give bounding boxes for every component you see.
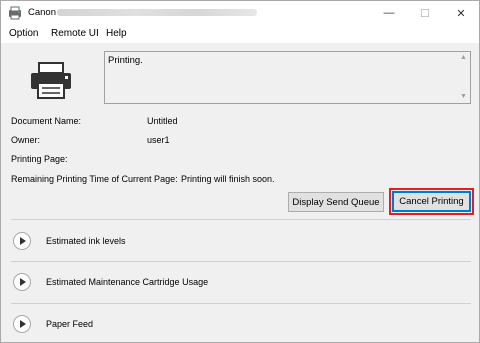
expander-label: Estimated ink levels [46, 236, 126, 246]
canon-app-icon [9, 6, 21, 20]
status-message: Printing. [108, 55, 143, 66]
separator [11, 219, 471, 220]
cancel-printing-button[interactable]: Cancel Printing [392, 191, 471, 212]
expander-maintenance-cartridge[interactable]: Estimated Maintenance Cartridge Usage [13, 273, 413, 291]
display-send-queue-button[interactable]: Display Send Queue [288, 192, 384, 212]
expand-play-icon[interactable] [13, 315, 31, 333]
remaining-time-value: Printing will finish soon. [181, 174, 275, 184]
menu-help[interactable]: Help [106, 28, 127, 39]
expand-play-icon[interactable] [13, 232, 31, 250]
printer-icon [31, 62, 71, 99]
expander-label: Paper Feed [46, 319, 94, 329]
owner-label: Owner: [11, 135, 41, 145]
separator [11, 303, 471, 304]
close-button[interactable]: ✕ [443, 1, 479, 25]
title-redacted-text [57, 9, 257, 16]
document-name-label: Document Name: [11, 116, 82, 126]
maximize-button[interactable]: ☐ [407, 1, 443, 25]
scroll-down-arrow-icon[interactable]: ▼ [458, 92, 469, 102]
expander-paper-feed[interactable]: Paper Feed [13, 315, 413, 333]
status-message-box[interactable]: Printing. ▲ ▼ [104, 51, 471, 104]
window-title: Canon [28, 7, 56, 18]
status-scrollbar[interactable]: ▲ ▼ [458, 53, 469, 102]
scroll-up-arrow-icon[interactable]: ▲ [458, 53, 469, 63]
expand-play-icon[interactable] [13, 273, 31, 291]
menu-remote-ui[interactable]: Remote UI [51, 28, 99, 39]
menu-option[interactable]: Option [9, 28, 38, 39]
expander-label: Estimated Maintenance Cartridge Usage [46, 277, 209, 287]
printing-page-label: Printing Page: [11, 154, 68, 164]
menu-bar: Option Remote UI Help [1, 25, 479, 43]
document-name-value: Untitled [147, 116, 178, 126]
expander-ink-levels[interactable]: Estimated ink levels [13, 232, 413, 250]
owner-value: user1 [147, 135, 170, 145]
remaining-time-label: Remaining Printing Time of Current Page: [11, 174, 178, 184]
minimize-button[interactable]: — [371, 1, 407, 25]
title-bar[interactable]: Canon — ☐ ✕ [1, 1, 479, 25]
separator [11, 261, 471, 262]
printer-status-window: Canon — ☐ ✕ Option Remote UI Help Printi… [0, 0, 480, 343]
